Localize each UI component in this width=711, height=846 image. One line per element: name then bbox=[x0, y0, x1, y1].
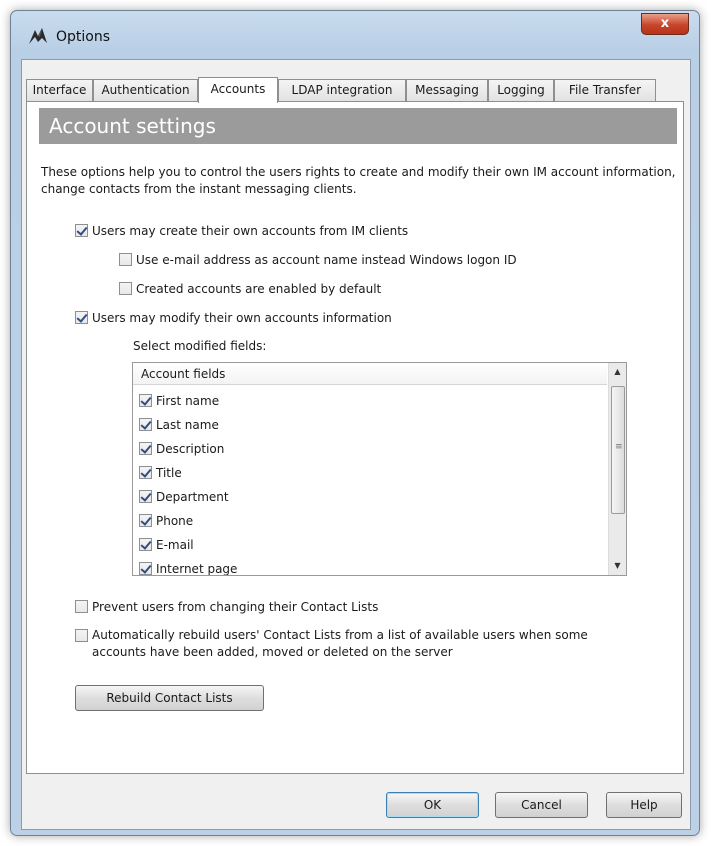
field-checkbox[interactable] bbox=[139, 514, 152, 527]
field-checkbox[interactable] bbox=[139, 442, 152, 455]
enabled-default-label: Created accounts are enabled by default bbox=[136, 282, 382, 296]
scroll-down-arrow-icon[interactable]: ▼ bbox=[609, 557, 626, 575]
rebuild-contact-lists-button[interactable]: Rebuild Contact Lists bbox=[75, 685, 264, 711]
list-item[interactable]: First name bbox=[139, 391, 599, 415]
cancel-button[interactable]: Cancel bbox=[495, 792, 588, 818]
options-dialog: Options x Interface Authentication Accou… bbox=[10, 10, 700, 836]
field-label: First name bbox=[156, 394, 220, 408]
field-label: Last name bbox=[156, 418, 219, 432]
field-label: Department bbox=[156, 490, 229, 504]
enabled-default-option[interactable]: Created accounts are enabled by default bbox=[119, 281, 381, 299]
tab-file-transfer[interactable]: File Transfer bbox=[554, 79, 656, 101]
tab-label: Logging bbox=[497, 83, 545, 97]
scroll-up-arrow-icon[interactable]: ▲ bbox=[609, 363, 626, 381]
close-icon: x bbox=[660, 16, 670, 31]
section-description: These options help you to control the us… bbox=[41, 165, 676, 196]
help-button[interactable]: Help bbox=[606, 792, 682, 818]
field-label: E-mail bbox=[156, 538, 194, 552]
use-email-label: Use e-mail address as account name inste… bbox=[136, 253, 517, 267]
use-email-option[interactable]: Use e-mail address as account name inste… bbox=[119, 252, 517, 270]
enabled-default-checkbox[interactable] bbox=[119, 282, 132, 295]
auto-rebuild-checkbox[interactable] bbox=[75, 629, 88, 642]
scroll-thumb[interactable]: ≡ bbox=[611, 386, 625, 514]
field-checkbox[interactable] bbox=[139, 394, 152, 407]
tab-label: Accounts bbox=[210, 82, 266, 96]
tab-label: Interface bbox=[32, 83, 87, 97]
tab-strip: Interface Authentication Accounts LDAP i… bbox=[26, 77, 686, 103]
list-item[interactable]: Phone bbox=[139, 511, 599, 535]
list-item[interactable]: Last name bbox=[139, 415, 599, 439]
tab-authentication[interactable]: Authentication bbox=[93, 79, 198, 101]
field-checkbox[interactable] bbox=[139, 538, 152, 551]
app-logo-icon bbox=[27, 26, 49, 46]
field-checkbox[interactable] bbox=[139, 418, 152, 431]
field-checkbox[interactable] bbox=[139, 490, 152, 503]
prevent-changing-label: Prevent users from changing their Contac… bbox=[92, 600, 379, 614]
prevent-changing-option[interactable]: Prevent users from changing their Contac… bbox=[75, 599, 378, 617]
section-banner: Account settings bbox=[39, 108, 677, 144]
create-accounts-option[interactable]: Users may create their own accounts from… bbox=[75, 223, 408, 241]
auto-rebuild-option[interactable]: Automatically rebuild users' Contact Lis… bbox=[75, 627, 635, 663]
list-item[interactable]: Internet page bbox=[139, 559, 599, 576]
field-label: Internet page bbox=[156, 562, 238, 576]
tab-accounts[interactable]: Accounts bbox=[198, 77, 278, 103]
tab-messaging[interactable]: Messaging bbox=[406, 79, 488, 101]
vertical-scrollbar[interactable]: ▲ ≡ ▼ bbox=[608, 363, 626, 575]
tab-logging[interactable]: Logging bbox=[488, 79, 554, 101]
list-header: Account fields bbox=[133, 363, 607, 385]
field-checkbox[interactable] bbox=[139, 466, 152, 479]
modify-accounts-checkbox[interactable] bbox=[75, 311, 88, 324]
modify-accounts-label: Users may modify their own accounts info… bbox=[92, 311, 392, 325]
list-item[interactable]: E-mail bbox=[139, 535, 599, 559]
field-label: Description bbox=[156, 442, 225, 456]
tab-label: Messaging bbox=[415, 83, 479, 97]
prevent-changing-checkbox[interactable] bbox=[75, 600, 88, 613]
field-label: Phone bbox=[156, 514, 194, 528]
use-email-checkbox[interactable] bbox=[119, 253, 132, 266]
window-title: Options bbox=[56, 29, 111, 45]
tab-label: File Transfer bbox=[568, 83, 642, 97]
tab-label: Authentication bbox=[101, 83, 190, 97]
title-bar[interactable]: Options x bbox=[11, 11, 699, 59]
accounts-panel: Account settings These options help you … bbox=[26, 101, 684, 774]
field-checkbox[interactable] bbox=[139, 562, 152, 575]
list-item[interactable]: Title bbox=[139, 463, 599, 487]
ok-button[interactable]: OK bbox=[386, 792, 479, 818]
close-button[interactable]: x bbox=[641, 13, 689, 35]
list-item[interactable]: Description bbox=[139, 439, 599, 463]
tab-interface[interactable]: Interface bbox=[26, 79, 93, 101]
tab-ldap-integration[interactable]: LDAP integration bbox=[278, 79, 406, 101]
grip-icon: ≡ bbox=[615, 442, 623, 452]
create-accounts-label: Users may create their own accounts from… bbox=[92, 224, 409, 238]
auto-rebuild-label: Automatically rebuild users' Contact Lis… bbox=[92, 628, 588, 659]
list-item[interactable]: Department bbox=[139, 487, 599, 511]
list-items: First name Last name Description Title D… bbox=[139, 391, 599, 576]
field-label: Title bbox=[156, 466, 182, 480]
create-accounts-checkbox[interactable] bbox=[75, 224, 88, 237]
account-fields-list[interactable]: Account fields First name Last name Desc… bbox=[132, 362, 627, 576]
modify-accounts-option[interactable]: Users may modify their own accounts info… bbox=[75, 310, 392, 328]
select-fields-label: Select modified fields: bbox=[133, 339, 267, 353]
dialog-client-area: Interface Authentication Accounts LDAP i… bbox=[21, 59, 691, 830]
tab-label: LDAP integration bbox=[291, 83, 393, 97]
